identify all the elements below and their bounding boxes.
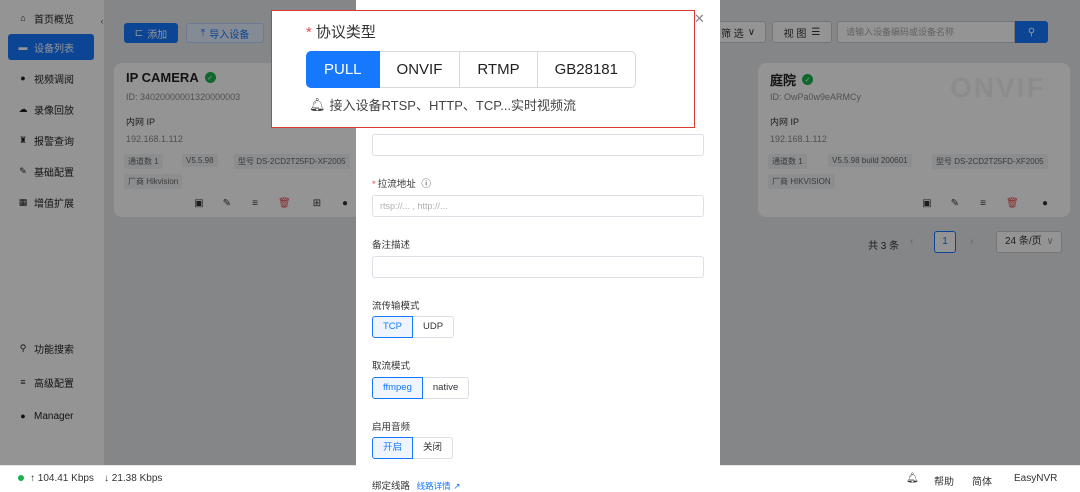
stream-url-field[interactable]: rtsp://... , http://...	[372, 195, 704, 217]
stream-url-label: * 拉流地址 ⓘ	[372, 179, 431, 190]
pull-mode-label: 取流模式	[372, 361, 411, 372]
help-link[interactable]: 帮助	[934, 473, 954, 488]
language-switch[interactable]: 简体	[972, 473, 992, 488]
audio-off-option[interactable]: 关闭	[413, 437, 454, 459]
pull-native-option[interactable]: native	[422, 377, 470, 399]
remark-field[interactable]	[372, 256, 704, 278]
pull-ffmpeg-option[interactable]: ffmpeg	[372, 377, 423, 399]
protocol-onvif-option[interactable]: ONVIF	[379, 51, 461, 88]
download-speed: ↓ 21.38 Kbps	[104, 473, 163, 484]
close-icon[interactable]: ✕	[694, 11, 705, 27]
audio-on-option[interactable]: 开启	[372, 437, 414, 459]
audio-toggle: 开启 关闭	[372, 437, 454, 459]
protocol-type-toggle: PULL ONVIF RTMP GB28181	[306, 51, 636, 88]
bell-icon[interactable]: 🔔︎	[906, 473, 919, 484]
bell-icon: 🔔︎	[309, 96, 326, 112]
protocol-type-title: * 协议类型	[306, 24, 376, 41]
protocol-hint: 🔔︎ 接入设备RTSP、HTTP、TCP...实时视频流	[309, 96, 577, 114]
protocol-rtmp-option[interactable]: RTMP	[460, 51, 538, 88]
connection-dot-icon	[18, 475, 24, 481]
protocol-type-panel: * 协议类型 PULL ONVIF RTMP GB28181 🔔︎ 接入设备RTS…	[271, 10, 695, 128]
device-name-field[interactable]	[372, 134, 704, 156]
transport-mode-label: 流传输模式	[372, 301, 420, 312]
remark-label: 备注描述	[372, 240, 411, 251]
info-icon: ⓘ	[421, 179, 431, 190]
transport-mode-toggle: TCP UDP	[372, 316, 455, 338]
route-detail-link[interactable]: 线路详情	[417, 481, 451, 491]
audio-label: 启用音频	[372, 422, 411, 433]
app-root: ⌂ 首页概览 ▬ 设备列表 ● 视频调阅 ☁ 录像回放 ♜ 报警查询 ✎ 基础配…	[0, 0, 1080, 492]
upload-speed: ↑ 104.41 Kbps	[30, 473, 94, 484]
pull-mode-toggle: ffmpeg native	[372, 377, 470, 399]
transport-tcp-option[interactable]: TCP	[372, 316, 413, 338]
protocol-pull-option[interactable]: PULL	[306, 51, 380, 88]
transport-udp-option[interactable]: UDP	[413, 316, 455, 338]
route-label: 绑定线路 线路详情 ↗	[372, 481, 461, 492]
product-name: EasyNVR	[1014, 473, 1058, 484]
protocol-gb28181-option[interactable]: GB28181	[537, 51, 636, 88]
external-link-icon: ↗	[453, 481, 461, 491]
